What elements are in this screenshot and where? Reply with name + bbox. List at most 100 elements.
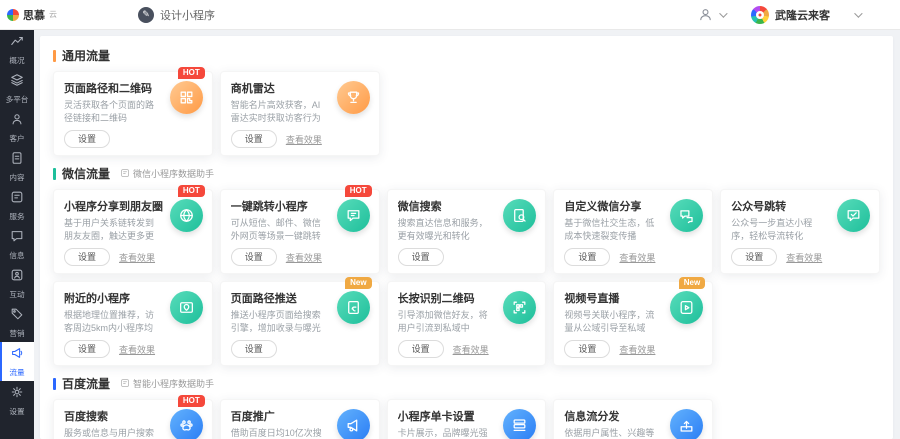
feature-card: HOT一键跳转小程序可从短信、邮件、微信外网页等场景一键跳转至小程序设置查看效果	[220, 189, 380, 274]
view-effect-link[interactable]: 查看效果	[119, 343, 155, 356]
sidebar-item-1[interactable]: 概况	[0, 30, 34, 69]
mini-grid-icon	[120, 168, 130, 180]
chevron-down-icon	[719, 9, 727, 17]
file-icon	[10, 151, 24, 170]
setup-button[interactable]: 设置	[64, 130, 110, 148]
chat-check-icon	[837, 199, 870, 232]
sidebar-item-2[interactable]: 多平台	[0, 69, 34, 108]
feature-card: 长按识别二维码引导添加微信好友，将用户引流到私域中设置查看效果	[387, 281, 547, 366]
sidebar-item-label: 概况	[9, 55, 24, 65]
hot-badge: HOT	[178, 67, 205, 79]
setup-button[interactable]: 设置	[64, 248, 110, 266]
sidebar-item-8[interactable]: 营销	[0, 303, 34, 342]
view-effect-link[interactable]: 查看效果	[786, 251, 822, 264]
data-assistant-link[interactable]: 微信小程序数据助手	[120, 167, 214, 180]
feature-card: 附近的小程序根据地理位置推荐，访客周边5km内小程序均可展示设置查看效果	[53, 281, 213, 366]
promo-megaphone-icon	[337, 409, 370, 439]
chevron-down-icon	[854, 9, 862, 17]
map-location-icon	[170, 291, 203, 324]
setup-button[interactable]: 设置	[231, 130, 277, 148]
sidebar-item-label: 服务	[9, 211, 24, 221]
sidebar-item-7[interactable]: 互动	[0, 264, 34, 303]
section-title: 百度流量	[62, 375, 110, 392]
trophy-icon	[337, 81, 370, 114]
section-1: 通用流量 HOT页面路径和二维码灵活获取各个页面的路径链接和二维码设置商机雷达智能…	[53, 47, 880, 156]
gear-icon	[10, 385, 24, 404]
view-effect-link[interactable]: 查看效果	[619, 343, 655, 356]
section-accent-bar	[53, 168, 56, 180]
feature-card: 公众号跳转公众号一步直达小程序，轻松导流转化设置查看效果	[720, 189, 880, 274]
section-accent-bar	[53, 378, 56, 390]
section-2: 微信流量 微信小程序数据助手 HOT小程序分享到朋友圈基于用户关系链转发到朋友友圈，…	[53, 165, 880, 366]
setup-button[interactable]: 设置	[564, 248, 610, 266]
hot-badge: HOT	[345, 185, 372, 197]
service-icon	[10, 190, 24, 209]
workspace-logo-icon	[751, 6, 769, 24]
data-assistant-label: 微信小程序数据助手	[133, 167, 214, 180]
sidebar-item-9[interactable]: 流量	[0, 342, 34, 381]
sidebar-item-label: 流量	[9, 367, 24, 377]
sidebar-item-label: 多平台	[6, 94, 29, 104]
user-icon	[698, 7, 713, 22]
feature-card: 小程序单卡设置卡片展示，品牌曝光强势，服务交互便捷，一搜即达设置查看效果	[387, 399, 547, 439]
chart-icon	[10, 34, 24, 53]
section-title: 微信流量	[62, 165, 110, 182]
distribute-box-icon	[670, 409, 703, 439]
view-effect-link[interactable]: 查看效果	[286, 251, 322, 264]
hot-badge: HOT	[178, 395, 205, 407]
setup-button[interactable]: 设置	[731, 248, 777, 266]
feature-card: 信息流分发依据用户属性、兴趣等个性化标签进行精准分发设置查看效果	[553, 399, 713, 439]
feature-card: 商机雷达智能名片高效获客，AI雷达实时获取访客行为轨迹设置查看效果	[220, 71, 380, 156]
feature-card: HOT小程序分享到朋友圈基于用户关系链转发到朋友友圈，触达更多更广客户设置查看效…	[53, 189, 213, 274]
setup-button[interactable]: 设置	[231, 340, 277, 358]
setup-button[interactable]: 设置	[64, 340, 110, 358]
app-switcher[interactable]: ✎ 设计小程序	[138, 7, 215, 23]
brand-logo-icon	[7, 9, 19, 21]
wechat-share-icon	[670, 199, 703, 232]
main-content: 通用流量 HOT页面路径和二维码灵活获取各个页面的路径链接和二维码设置商机雷达智能…	[34, 30, 900, 439]
layers-icon	[10, 73, 24, 92]
new-badge: New	[679, 277, 705, 289]
app-title: 设计小程序	[160, 7, 215, 23]
setup-button[interactable]: 设置	[231, 248, 277, 266]
view-effect-link[interactable]: 查看效果	[619, 251, 655, 264]
data-assistant-link[interactable]: 智能小程序数据助手	[120, 377, 214, 390]
sidebar-item-4[interactable]: 内容	[0, 147, 34, 186]
data-assistant-label: 智能小程序数据助手	[133, 377, 214, 390]
setup-button[interactable]: 设置	[564, 340, 610, 358]
view-effect-link[interactable]: 查看效果	[286, 133, 322, 146]
sidebar-item-10[interactable]: 设置	[0, 381, 34, 420]
workspace-name: 武隆云来客	[775, 7, 830, 23]
message-icon	[10, 229, 24, 248]
sidebar-item-label: 客户	[9, 133, 24, 143]
brand-logo[interactable]: 思慕 云	[0, 7, 120, 23]
sidebar-item-3[interactable]: 客户	[0, 108, 34, 147]
interact-icon	[10, 268, 24, 287]
feature-card: 微信搜索搜索直达信息和服务，更有效曝光和转化设置	[387, 189, 547, 274]
user-icon	[10, 112, 24, 131]
feature-card: 自定义微信分享基于微信社交生态，低成本快速裂变传播设置查看效果	[553, 189, 713, 274]
setup-button[interactable]: 设置	[398, 248, 444, 266]
sidebar-item-6[interactable]: 信息	[0, 225, 34, 264]
setup-button[interactable]: 设置	[398, 340, 444, 358]
section-3: 百度流量 智能小程序数据助手 HOT百度搜索服务或信息与用户搜索需求精准匹配，深度转…	[53, 375, 880, 439]
view-effect-link[interactable]: 查看效果	[119, 251, 155, 264]
card-list-icon	[503, 409, 536, 439]
brand-name: 思慕	[23, 7, 45, 23]
sidebar-item-label: 设置	[9, 406, 24, 416]
mini-grid-icon	[120, 378, 130, 390]
feature-card: HOT页面路径和二维码灵活获取各个页面的路径链接和二维码设置	[53, 71, 213, 156]
megaphone-icon	[10, 346, 24, 365]
user-menu[interactable]	[698, 7, 725, 22]
design-app-icon: ✎	[138, 7, 154, 23]
feature-card: HOT百度搜索服务或信息与用户搜索需求精准匹配，深度转化用户设置查看效果	[53, 399, 213, 439]
sidebar-item-5[interactable]: 服务	[0, 186, 34, 225]
feature-card: New视频号直播视频号关联小程序，流量从公域引导至私域设置查看效果	[553, 281, 713, 366]
brand-suffix: 云	[49, 9, 57, 20]
section-title: 通用流量	[62, 47, 110, 64]
view-effect-link[interactable]: 查看效果	[453, 343, 489, 356]
video-live-icon	[670, 291, 703, 324]
workspace-selector[interactable]: 武隆云来客	[751, 6, 860, 24]
feature-card: New页面路径推送推送小程序页面给搜索引擎，增加收录与曝光机会设置	[220, 281, 380, 366]
qrcode-icon	[170, 81, 203, 114]
